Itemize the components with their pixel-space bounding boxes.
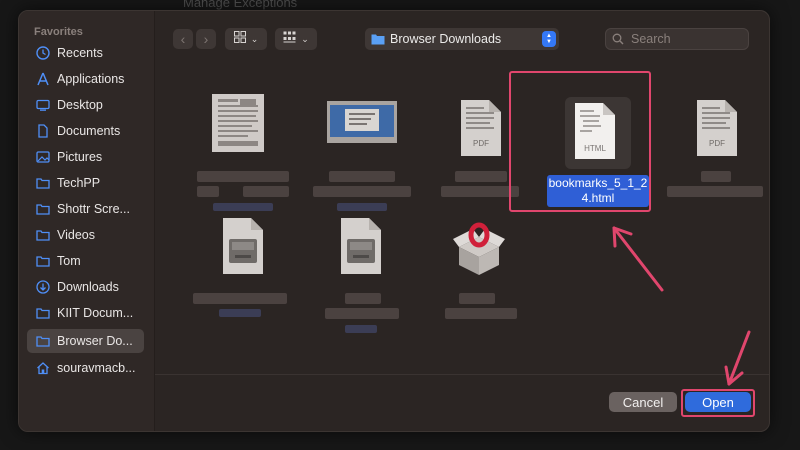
sidebar-item-label: TechPP: [57, 176, 101, 190]
chevron-left-icon: ‹: [180, 31, 186, 47]
file-date-redacted: [213, 203, 273, 211]
pdf-file-icon: PDF: [695, 99, 739, 157]
sidebar-item-label: Recents: [57, 46, 103, 60]
annotation-highlight-box: [681, 389, 755, 417]
grid-icon: [233, 30, 246, 48]
forward-button[interactable]: ›: [196, 29, 216, 49]
disk-image-icon: [221, 217, 265, 275]
pdf-label: PDF: [473, 139, 489, 148]
sidebar-item-label: Tom: [57, 254, 81, 268]
chevron-down-icon: ⌄: [250, 33, 259, 44]
annotation-highlight-box: [509, 71, 651, 212]
clock-icon: [35, 45, 51, 61]
filename-redacted: [459, 293, 495, 304]
disk-image-icon: [339, 217, 383, 275]
installer-package-icon: [449, 219, 509, 279]
sidebar-item-home[interactable]: souravmacb...: [27, 356, 144, 380]
search-field[interactable]: [605, 28, 749, 50]
folder-icon: [35, 333, 51, 349]
file-item[interactable]: PDF: [655, 91, 765, 221]
sidebar-item-videos[interactable]: Videos: [27, 223, 144, 247]
popup-stepper-icon: ▲ ▼: [542, 31, 556, 47]
file-item[interactable]: [307, 91, 417, 221]
file-item[interactable]: [185, 215, 295, 345]
sidebar-item-label: Documents: [57, 124, 121, 138]
sidebar-item-documents[interactable]: Documents: [27, 119, 144, 143]
open-file-dialog: Favorites Recents Applications Desktop D…: [18, 10, 770, 432]
sidebar-item-recents[interactable]: Recents: [27, 41, 144, 65]
file-item[interactable]: [425, 215, 535, 345]
toolbar: ‹ › ⌄ ⌄ Browser Downloads ▲ ▼: [155, 11, 769, 67]
sidebar-item-label: Videos: [57, 228, 95, 242]
folder-icon: [35, 201, 51, 217]
group-view-button[interactable]: ⌄: [275, 28, 317, 50]
home-icon: [35, 360, 51, 376]
folder-icon: [35, 305, 51, 321]
sidebar: Favorites Recents Applications Desktop D…: [19, 11, 155, 431]
file-date-redacted: [337, 203, 387, 211]
folder-icon: [35, 175, 51, 191]
sidebar-item-label: Shottr Scre...: [57, 202, 130, 216]
sidebar-item-downloads[interactable]: Downloads: [27, 275, 144, 299]
sidebar-item-tom[interactable]: Tom: [27, 249, 144, 273]
search-input[interactable]: [629, 31, 743, 47]
filename-redacted: [197, 171, 289, 182]
sidebar-item-shottr[interactable]: Shottr Scre...: [27, 197, 144, 221]
filename-redacted: [441, 186, 519, 197]
folder-icon: [35, 253, 51, 269]
file-item[interactable]: [307, 215, 417, 345]
sidebar-item-browser-downloads[interactable]: Browser Do...: [27, 329, 144, 353]
sidebar-item-pictures[interactable]: Pictures: [27, 145, 144, 169]
sidebar-item-label: Applications: [57, 72, 125, 86]
footer-divider: [155, 374, 769, 375]
sidebar-item-applications[interactable]: Applications: [27, 67, 144, 91]
icon-view-button[interactable]: ⌄: [225, 28, 267, 50]
document-icon: [35, 123, 51, 139]
folder-location-popup[interactable]: Browser Downloads ▲ ▼: [365, 28, 559, 50]
file-date-redacted: [219, 309, 261, 317]
sidebar-item-kiit-documents[interactable]: KIIT Docum...: [27, 301, 144, 325]
filename-redacted: [329, 171, 395, 182]
filename-redacted: [197, 186, 219, 197]
screenshot-thumbnail: [327, 97, 397, 147]
filename-redacted: [667, 186, 763, 197]
group-grid-icon: [283, 30, 296, 48]
sidebar-item-label: Desktop: [57, 98, 103, 112]
back-button[interactable]: ‹: [173, 29, 193, 49]
filename-redacted: [313, 186, 411, 197]
pdf-label: PDF: [709, 139, 725, 148]
sidebar-header-favorites: Favorites: [34, 26, 83, 38]
filename-redacted: [325, 308, 399, 319]
pictures-icon: [35, 149, 51, 165]
sidebar-item-label: KIIT Docum...: [57, 306, 134, 320]
cancel-button[interactable]: Cancel: [609, 392, 677, 412]
sidebar-item-label: Browser Do...: [57, 334, 133, 348]
filename-redacted: [345, 293, 381, 304]
file-date-redacted: [345, 325, 377, 333]
chevron-down-icon: ⌄: [301, 33, 309, 44]
sidebar-item-label: Downloads: [57, 280, 119, 294]
document-thumbnail: [210, 93, 270, 159]
sidebar-item-label: Pictures: [57, 150, 103, 164]
sidebar-item-techpp[interactable]: TechPP: [27, 171, 144, 195]
filename-redacted: [445, 308, 517, 319]
filename-redacted: [243, 186, 289, 197]
folder-icon: [371, 33, 385, 45]
filename-redacted: [455, 171, 507, 182]
desktop-icon: [35, 97, 51, 113]
applications-icon: [35, 71, 51, 87]
file-item[interactable]: [185, 91, 295, 221]
current-folder-label: Browser Downloads: [390, 32, 502, 46]
search-icon: [612, 33, 624, 45]
background-window-text: Manage Exceptions: [183, 0, 298, 10]
sidebar-item-desktop[interactable]: Desktop: [27, 93, 144, 117]
downloads-icon: [35, 279, 51, 295]
folder-icon: [35, 227, 51, 243]
file-browser-grid: PDF HTML bookmarks_5_1_2 4.html PDF: [155, 67, 769, 377]
filename-redacted: [701, 171, 731, 182]
chevron-right-icon: ›: [203, 31, 209, 47]
pdf-file-icon: PDF: [459, 99, 503, 157]
sidebar-item-label: souravmacb...: [57, 361, 136, 375]
filename-redacted: [193, 293, 287, 304]
